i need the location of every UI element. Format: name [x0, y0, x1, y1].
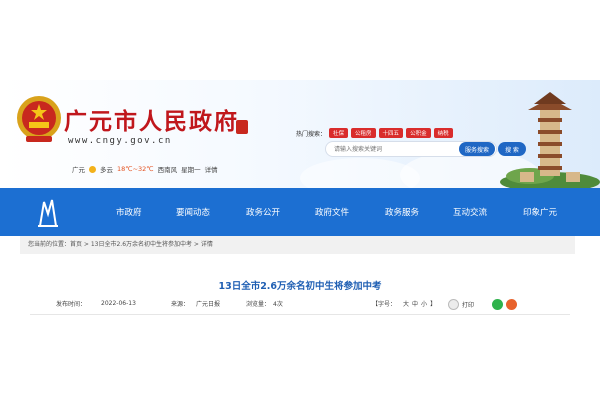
hot-search: 热门搜索： 社保 公租房 十四五 公积金 纳税 [296, 128, 453, 138]
wechat-share-icon[interactable] [492, 299, 503, 310]
hot-search-label: 热门搜索： [296, 130, 327, 138]
nav-item-impression[interactable]: 印象广元 [523, 206, 557, 218]
font-size-control: 【字号： 大 中 小 】 [372, 299, 436, 308]
views-label: 浏览量： [246, 301, 271, 308]
site-url: www.cngy.gov.cn [68, 136, 172, 146]
nav-item-city-government[interactable]: 市政府 [116, 206, 142, 218]
site-title[interactable]: 广元市人民政府 [64, 102, 239, 136]
nav-item-services[interactable]: 政务服务 [385, 206, 419, 218]
source-value: 广元日报 [196, 301, 221, 308]
hot-search-tag[interactable]: 十四五 [378, 128, 404, 138]
font-size-small-button[interactable]: 小 [421, 299, 427, 308]
printer-icon [448, 299, 459, 310]
source-label: 来源： [171, 301, 190, 308]
tower-illustration [500, 92, 600, 188]
nav-item-public-affairs[interactable]: 政务公开 [246, 206, 280, 218]
font-size-end: 】 [430, 301, 437, 308]
weather-detail-link[interactable]: 详情 [205, 164, 218, 174]
view-count: 浏览量： 4次 [246, 299, 283, 308]
seal-stamp-icon [236, 120, 248, 134]
nav-emblem-icon [38, 199, 58, 227]
service-search-button[interactable]: 服务搜索 [459, 142, 495, 156]
font-size-large-button[interactable]: 大 [403, 299, 409, 308]
header-banner: 广元市人民政府 www.cngy.gov.cn 广元 多云 18℃~32℃ 西南… [0, 80, 600, 188]
publish-time: 发布时间： 2022-06-13 [56, 299, 136, 308]
article-source: 来源： 广元日报 [171, 299, 220, 308]
hot-search-tag[interactable]: 纳税 [433, 128, 453, 138]
hot-search-tag[interactable]: 公租房 [351, 128, 376, 138]
article-title: 13日全市2.6万余名初中生将参加中考 [218, 281, 382, 292]
weibo-share-icon[interactable] [506, 299, 517, 310]
divider [30, 314, 570, 315]
weather-weekday: 星期一 [181, 166, 201, 174]
hot-search-tag[interactable]: 公积金 [406, 128, 431, 138]
sun-cloud-icon [89, 165, 96, 173]
hot-search-tag[interactable]: 社保 [329, 128, 349, 138]
national-emblem-icon [17, 96, 61, 142]
font-size-label: 【字号： [372, 301, 397, 308]
font-size-medium-button[interactable]: 中 [412, 299, 418, 308]
print-label: 打印 [462, 302, 475, 309]
weather-condition: 多云 [100, 166, 113, 174]
print-button[interactable]: 打印 [448, 299, 474, 310]
site-frame: 广元市人民政府 www.cngy.gov.cn 广元 多云 18℃~32℃ 西南… [0, 80, 600, 320]
nav-item-documents[interactable]: 政府文件 [315, 206, 349, 218]
main-nav: 市政府 要闻动态 政务公开 政府文件 政务服务 互动交流 印象广元 [0, 188, 600, 236]
breadcrumb: 您当前的位置：首页 > 13日全市2.6万余名初中生将参加中考 > 详情 [20, 236, 575, 254]
views-value: 4次 [273, 301, 283, 308]
weather-temperature: 18℃~32℃ [117, 165, 154, 173]
publish-date: 2022-06-13 [101, 300, 136, 307]
nav-item-interaction[interactable]: 互动交流 [453, 206, 487, 218]
nav-item-news[interactable]: 要闻动态 [176, 206, 210, 218]
weather-city: 广元 [72, 166, 85, 174]
publish-label: 发布时间： [56, 301, 87, 308]
weather-wind: 西南风 [157, 166, 178, 174]
weather-bar: 广元 多云 18℃~32℃ 西南风 星期一 详情 [72, 164, 218, 174]
share-buttons [492, 299, 517, 310]
search-input[interactable] [334, 143, 454, 155]
